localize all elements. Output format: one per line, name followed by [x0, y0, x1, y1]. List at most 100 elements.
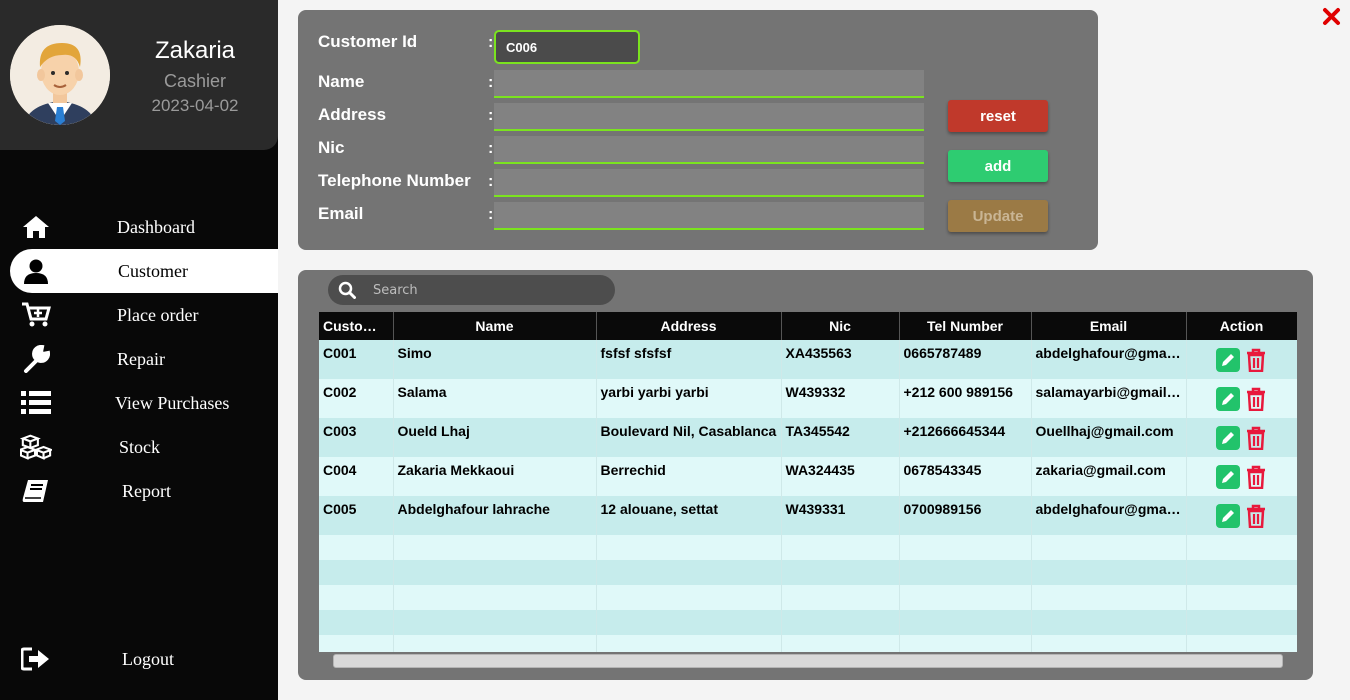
telephone-field[interactable] — [494, 169, 924, 197]
cell-nic: WA324435 — [781, 457, 900, 496]
colon: : — [488, 140, 494, 157]
edit-icon[interactable] — [1215, 504, 1240, 528]
nic-field[interactable] — [494, 136, 924, 164]
cell-name: Simo — [393, 340, 597, 379]
logout-button[interactable]: Logout — [0, 637, 278, 681]
cell-nic: XA435563 — [781, 340, 900, 379]
cell-address: yarbi yarbi yarbi — [596, 379, 782, 418]
column-header-customer-id[interactable]: Customer Id — [319, 312, 394, 340]
empty-row — [319, 610, 1297, 635]
column-header-tel[interactable]: Tel Number — [899, 312, 1032, 340]
cell-nic: W439331 — [781, 496, 900, 535]
list-icon — [20, 389, 52, 417]
empty-row — [319, 560, 1297, 585]
cell-address: Berrechid — [596, 457, 782, 496]
cell-action — [1186, 418, 1297, 457]
nav-item-dashboard[interactable]: Dashboard — [0, 205, 278, 249]
nav-item-stock[interactable]: Stock — [0, 425, 278, 469]
current-date: 2023-04-02 — [151, 96, 239, 115]
wrench-icon — [20, 345, 52, 373]
cell-id: C005 — [319, 496, 394, 535]
cell-email: abdelghafour@gmail.com — [1031, 496, 1187, 535]
user-icon — [20, 257, 52, 285]
table-row[interactable]: C001 Simo fsfsf sfsfsf XA435563 06657874… — [319, 340, 1297, 379]
colon: : — [488, 74, 494, 91]
table-row[interactable]: C004 Zakaria Mekkaoui Berrechid WA324435… — [319, 457, 1297, 496]
cell-name: Abdelghafour lahrache — [393, 496, 597, 535]
logout-label: Logout — [122, 649, 174, 669]
delete-icon[interactable] — [1244, 426, 1268, 451]
cell-action — [1186, 340, 1297, 379]
delete-icon[interactable] — [1244, 465, 1268, 490]
delete-icon[interactable] — [1244, 504, 1268, 529]
column-header-nic[interactable]: Nic — [781, 312, 900, 340]
cell-id: C004 — [319, 457, 394, 496]
cell-email: Ouellhaj@gmail.com — [1031, 418, 1187, 457]
nav-label: Repair — [117, 349, 165, 369]
edit-icon[interactable] — [1215, 465, 1240, 489]
add-button[interactable]: add — [948, 150, 1048, 182]
cart-plus-icon — [20, 301, 52, 329]
cubes-icon — [20, 433, 52, 461]
cell-email: zakaria@gmail.com — [1031, 457, 1187, 496]
email-field[interactable] — [494, 202, 924, 230]
reset-button[interactable]: reset — [948, 100, 1048, 132]
search-input[interactable] — [373, 281, 603, 299]
profile-card: Zakaria Cashier 2023-04-02 — [0, 0, 278, 150]
nav-label: Customer — [118, 261, 188, 281]
close-icon — [1323, 8, 1340, 25]
close-button[interactable] — [1322, 6, 1342, 26]
delete-icon[interactable] — [1244, 387, 1268, 412]
colon: : — [488, 173, 494, 190]
nav-item-place-order[interactable]: Place order — [0, 293, 278, 337]
logout-icon — [20, 645, 52, 673]
cell-nic: TA345542 — [781, 418, 900, 457]
customer-id-field[interactable] — [494, 30, 640, 64]
nav-item-view-purchases[interactable]: View Purchases — [0, 381, 278, 425]
cell-nic: W439332 — [781, 379, 900, 418]
name-label: Name — [318, 72, 365, 91]
telephone-label: Telephone Number — [318, 171, 471, 190]
update-button[interactable]: Update — [948, 200, 1048, 232]
customer-id-label: Customer Id — [318, 32, 418, 51]
nav-label: Stock — [119, 437, 161, 457]
cell-tel: +212 600 989156 — [899, 379, 1032, 418]
table-header-row: Customer Id Name Address Nic Tel Number … — [319, 312, 1297, 340]
customer-table-panel: Customer Id Name Address Nic Tel Number … — [298, 270, 1313, 680]
search-icon — [338, 281, 356, 304]
nav-item-customer[interactable]: Customer — [10, 249, 278, 293]
address-label: Address — [318, 105, 387, 124]
edit-icon[interactable] — [1215, 387, 1240, 411]
edit-icon[interactable] — [1215, 348, 1240, 372]
cell-id: C003 — [319, 418, 394, 457]
nav-label: Place order — [117, 305, 199, 325]
cell-email: salamayarbi@gmail.com — [1031, 379, 1187, 418]
book-icon — [20, 477, 52, 505]
colon: : — [488, 34, 494, 51]
nav-item-repair[interactable]: Repair — [0, 337, 278, 381]
delete-icon[interactable] — [1244, 348, 1268, 373]
column-header-address[interactable]: Address — [596, 312, 782, 340]
email-label: Email — [318, 204, 364, 223]
address-field[interactable] — [494, 103, 924, 131]
table-row[interactable]: C002 Salama yarbi yarbi yarbi W439332 +2… — [319, 379, 1297, 418]
name-field[interactable] — [494, 70, 924, 98]
nic-label: Nic — [318, 138, 345, 157]
cell-tel: 0678543345 — [899, 457, 1032, 496]
table-row[interactable]: C003 Oueld Lhaj Boulevard Nil, Casablanc… — [319, 418, 1297, 457]
nav-item-report[interactable]: Report — [0, 469, 278, 513]
cell-action — [1186, 379, 1297, 418]
colon: : — [488, 107, 494, 124]
table-row[interactable]: C005 Abdelghafour lahrache 12 alouane, s… — [319, 496, 1297, 535]
column-header-name[interactable]: Name — [393, 312, 597, 340]
empty-row — [319, 585, 1297, 610]
cell-action — [1186, 457, 1297, 496]
horizontal-scrollbar[interactable] — [333, 654, 1283, 668]
edit-icon[interactable] — [1215, 426, 1240, 450]
column-header-action: Action — [1186, 312, 1297, 340]
search-bar[interactable] — [328, 275, 615, 305]
home-icon — [20, 213, 52, 241]
empty-row — [319, 635, 1297, 652]
cell-name: Salama — [393, 379, 597, 418]
column-header-email[interactable]: Email — [1031, 312, 1187, 340]
